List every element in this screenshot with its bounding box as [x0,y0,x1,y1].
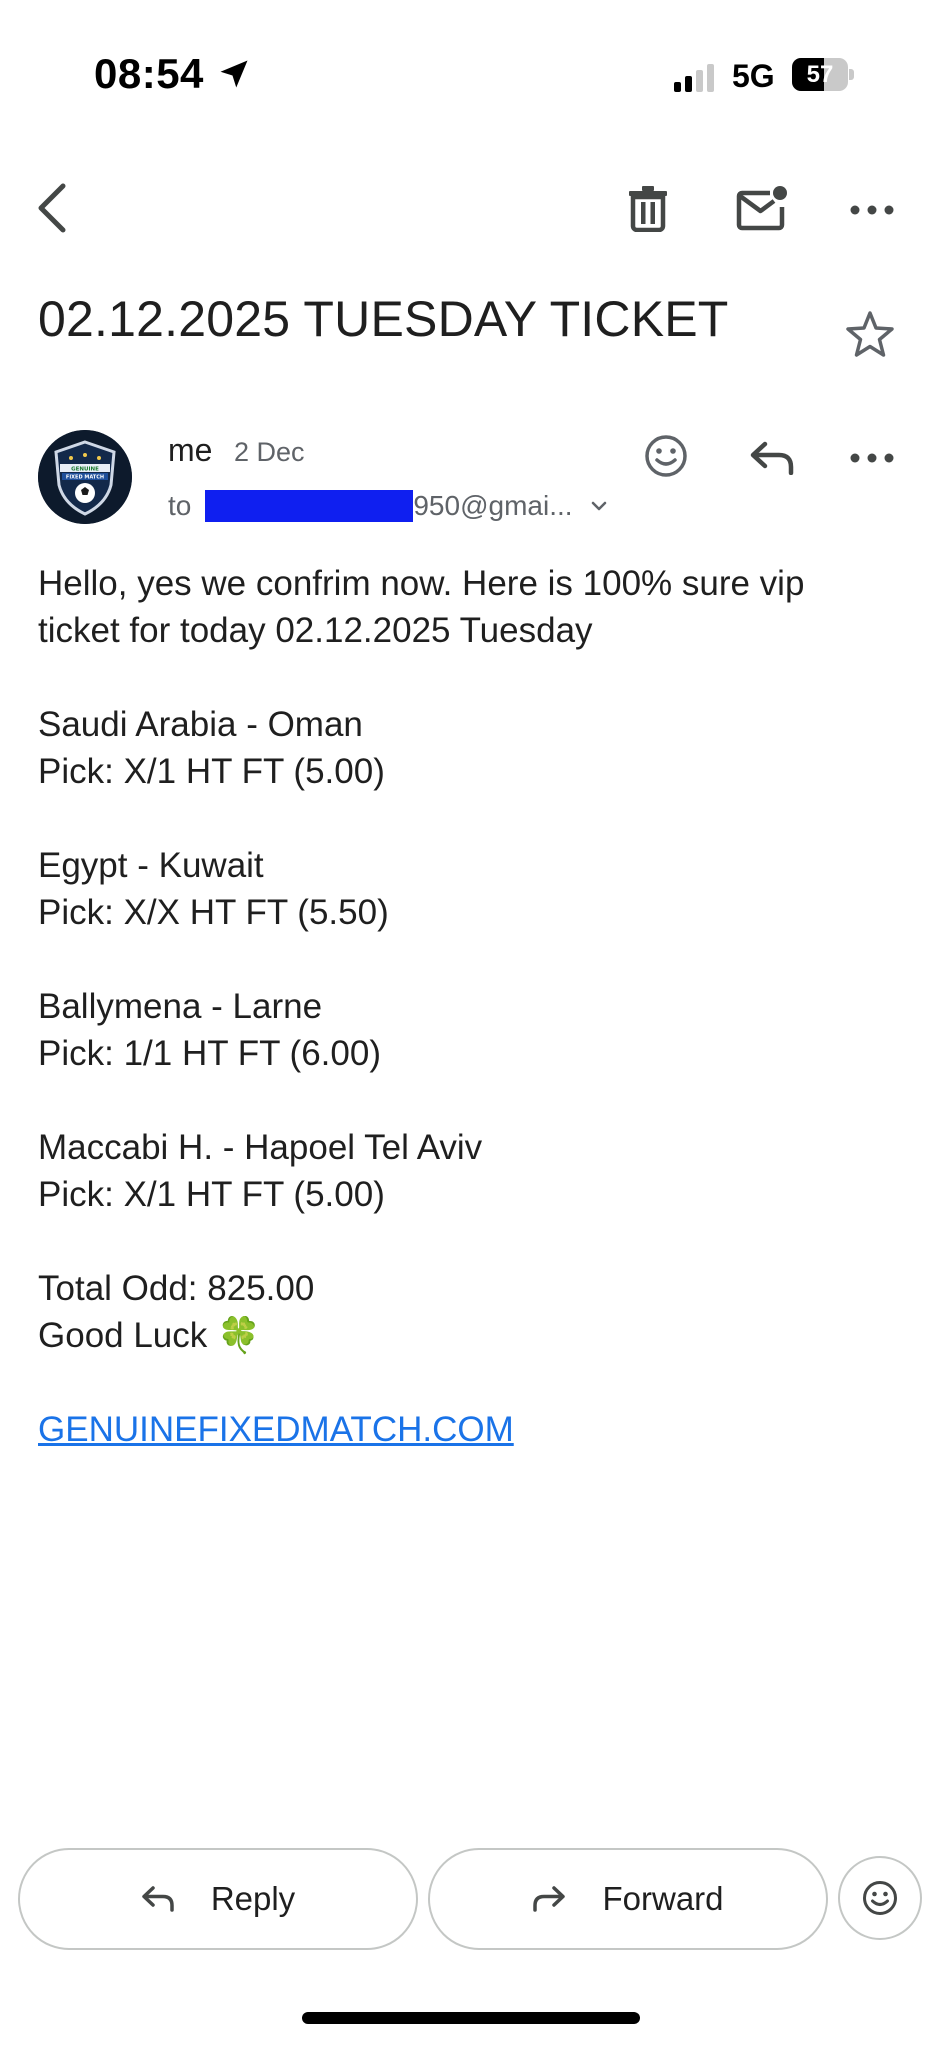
location-arrow-icon [220,60,248,88]
reply-label: Reply [210,1880,296,1917]
forward-button[interactable]: Forward [428,1848,828,1950]
chevron-left-icon [38,183,66,233]
add-reaction-button[interactable] [640,430,692,482]
battery-icon: 57 [792,58,854,91]
reply-button[interactable]: Reply [18,1848,418,1950]
status-time: 08:54 [94,50,204,97]
redacted-recipient [205,490,414,522]
back-button[interactable] [24,172,80,244]
mark-unread-button[interactable] [730,178,794,238]
smiley-icon [645,435,687,477]
chevron-down-icon [591,501,606,511]
react-button[interactable] [838,1856,922,1940]
closing-line: Good Luck 🍀 [38,1316,261,1355]
more-horizontal-icon [850,453,894,463]
more-options-button[interactable] [846,190,898,230]
intro-line: Hello, yes we confrim now. Here is 100% … [38,564,805,603]
intro-line: ticket for today 02.12.2025 Tuesday [38,611,593,650]
mail-unread-icon [736,186,787,231]
match-teams: Egypt - Kuwait [38,846,264,885]
sent-date: 2 Dec [234,437,305,467]
forward-label: Forward [602,1880,724,1917]
home-indicator[interactable] [302,2012,640,2024]
total-odd: Total Odd: 825.00 [38,1269,315,1308]
match-teams: Ballymena - Larne [38,987,323,1026]
match-pick: Pick: X/X HT FT (5.50) [38,893,389,932]
reply-arrow-icon [750,441,794,475]
trash-icon [629,186,667,232]
svg-text:FIXED MATCH: FIXED MATCH [66,475,104,481]
network-type: 5G [732,58,775,94]
message-more-button[interactable] [846,440,898,476]
sender-name: me [168,432,213,468]
delete-button[interactable] [618,178,678,238]
reply-arrow-icon [142,1886,174,1912]
match-pick: Pick: 1/1 HT FT (6.00) [38,1034,381,1073]
forward-arrow-icon [533,1886,566,1912]
match-pick: Pick: X/1 HT FT (5.00) [38,752,385,791]
website-link[interactable]: GENUINEFIXEDMATCH.COM [38,1410,514,1449]
sender-avatar[interactable]: GENUINE FIXED MATCH [38,430,132,524]
star-outline-icon [846,311,894,357]
genuine-fixed-match-logo: GENUINE FIXED MATCH [38,430,132,524]
email-subject: 02.12.2025 TUESDAY TICKET [38,291,729,347]
svg-text:GENUINE: GENUINE [71,467,99,473]
more-horizontal-icon [850,205,894,215]
email-body: Hello, yes we confrim now. Here is 100% … [38,560,898,1453]
status-bar: 08:54 5G 57 [0,0,942,150]
match-teams: Saudi Arabia - Oman [38,705,363,744]
recipient-details-toggle[interactable]: to 950@gmai... [168,488,609,524]
recipient-email: 950@gmai... [413,490,573,521]
star-button[interactable] [840,304,900,364]
match-teams: Maccabi H. - Hapoel Tel Aviv [38,1128,483,1167]
smiley-icon [863,1881,897,1915]
to-label: to [168,490,192,521]
battery-percent: 57 [806,61,834,88]
match-pick: Pick: X/1 HT FT (5.00) [38,1175,385,1214]
reply-button-header[interactable] [744,430,800,486]
signal-strength-icon [674,64,714,92]
